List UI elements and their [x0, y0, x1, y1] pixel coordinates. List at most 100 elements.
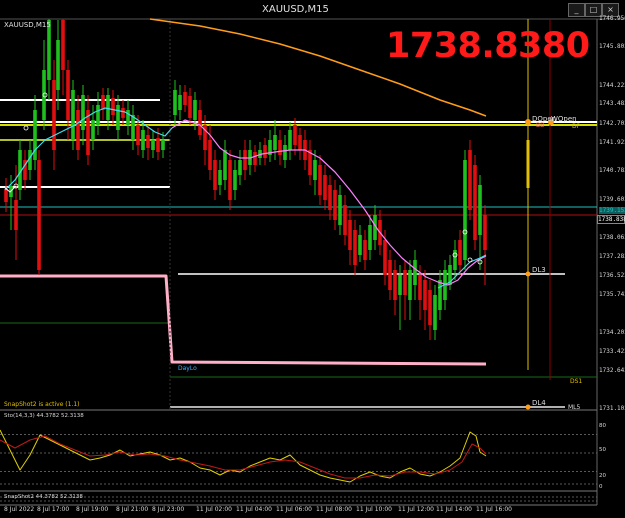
- price-axis-label: 1745.802: [599, 43, 625, 51]
- stoch-header: Sto(14,3,3) 44.3782 52.3138: [4, 413, 84, 419]
- price-tag: 1738.838: [597, 214, 625, 224]
- stoch-main-line: [0, 429, 487, 483]
- candle-body: [263, 145, 267, 158]
- price-axis-label: 1742.702: [599, 119, 625, 127]
- candle-body: [398, 275, 402, 295]
- bb-label: BB: [536, 122, 545, 129]
- time-axis-label: 11 Jul 08:00: [316, 506, 352, 513]
- signal-marker: [23, 125, 29, 131]
- dl3-label: DL3: [532, 266, 546, 274]
- price-chart[interactable]: [0, 0, 625, 518]
- price-axis-label: 1732.642: [599, 367, 625, 375]
- time-axis-label: 8 Jul 21:00: [116, 506, 149, 513]
- time-axis-label: 11 Jul 16:00: [476, 506, 512, 513]
- candle-body: [383, 240, 387, 275]
- price-axis-label: 1743.482: [599, 100, 625, 108]
- candle-body: [91, 120, 95, 140]
- candle-body: [96, 105, 100, 125]
- time-axis-label: 8 Jul 2022: [4, 506, 35, 513]
- price-axis-label: 1744.222: [599, 82, 625, 90]
- candle-body: [313, 160, 317, 180]
- price-axis-label: 1734.202: [599, 328, 625, 336]
- candle-body: [433, 295, 437, 330]
- stoch-level-50: 50: [599, 447, 606, 453]
- candle-body: [428, 290, 432, 325]
- dl4-label: DL4: [532, 399, 546, 407]
- candle-body: [358, 235, 362, 255]
- candle-body: [328, 185, 332, 210]
- candle-body: [473, 165, 477, 240]
- wopen-label: WOpen: [551, 115, 577, 123]
- candle-body: [183, 92, 187, 105]
- candle-body: [141, 130, 145, 150]
- candle-body: [61, 20, 65, 70]
- candle-body: [208, 140, 212, 170]
- candle-body: [318, 165, 322, 195]
- daylo-label: DayLo: [178, 365, 197, 372]
- price-axis-label: 1739.602: [599, 195, 625, 203]
- candle-body: [4, 189, 8, 202]
- candle-body: [156, 138, 160, 152]
- candle-body: [438, 280, 442, 310]
- price-axis-label: 1746.950: [599, 15, 625, 22]
- price-axis-label: 1741.922: [599, 138, 625, 146]
- snapshot-status: SnapShot2 is active (1.1): [4, 401, 80, 408]
- candle-body: [353, 230, 357, 265]
- candle-body: [403, 270, 407, 295]
- title-bar: XAUUSD,M15 _ □ ×: [0, 0, 625, 20]
- candle-body: [343, 205, 347, 235]
- candle-body: [233, 170, 237, 190]
- candle-body: [408, 270, 412, 300]
- candle-body: [413, 260, 417, 285]
- candle-body: [47, 20, 51, 80]
- price-axis-label: 1736.522: [599, 271, 625, 279]
- candle-body: [121, 108, 125, 118]
- candle-body: [76, 110, 80, 150]
- candle-body: [106, 95, 110, 120]
- price-axis-label: 1738.062: [599, 233, 625, 241]
- candle-body: [278, 140, 282, 155]
- candle-body: [483, 215, 487, 250]
- stoch-level-20: 20: [599, 473, 606, 479]
- candle-body: [14, 200, 18, 230]
- candle-body: [111, 98, 115, 115]
- dl4-point: [525, 404, 531, 410]
- price-axis-label: 1733.422: [599, 347, 625, 355]
- candle-body: [193, 100, 197, 120]
- candle-body: [213, 160, 217, 190]
- daylo-line: [0, 274, 487, 366]
- candle-body: [66, 70, 70, 120]
- candle-body: [298, 135, 302, 150]
- candle-body: [243, 150, 247, 170]
- time-axis-label: 8 Jul 19:00: [76, 506, 109, 513]
- candle-body: [161, 140, 165, 150]
- symbol-label: XAUUSD,M15: [4, 21, 51, 29]
- candle-body: [188, 96, 192, 118]
- candle-body: [218, 170, 222, 185]
- time-axis-label: 11 Jul 04:00: [236, 506, 272, 513]
- candle-body: [253, 152, 257, 165]
- candle-body: [228, 160, 232, 200]
- dopen-point: [525, 119, 531, 125]
- candle-body: [126, 110, 130, 125]
- candle-body: [288, 130, 292, 150]
- chart-window: XAUUSD,M15 _ □ × XAUUSD,M15 1738.8380 DO…: [0, 0, 625, 518]
- candle-body: [273, 135, 277, 150]
- candle-body: [478, 185, 482, 235]
- sub-indicator-header: SnapShot2 44.3782 52.3138: [4, 494, 83, 500]
- candle-body: [423, 280, 427, 310]
- candle-body: [136, 125, 140, 145]
- candle-body: [81, 95, 85, 130]
- dl3-point: [525, 271, 531, 277]
- candle-body: [173, 90, 177, 115]
- price-tag: 1739.152: [599, 206, 625, 214]
- minimize-button[interactable]: _: [568, 3, 585, 17]
- time-axis-label: 11 Jul 10:00: [356, 506, 392, 513]
- candle-body: [293, 125, 297, 145]
- time-axis-label: 11 Jul 12:00: [398, 506, 434, 513]
- candle-body: [323, 175, 327, 200]
- candle-body: [146, 135, 150, 148]
- candle-body: [52, 80, 56, 150]
- candle-body: [333, 190, 337, 220]
- candle-body: [348, 220, 352, 250]
